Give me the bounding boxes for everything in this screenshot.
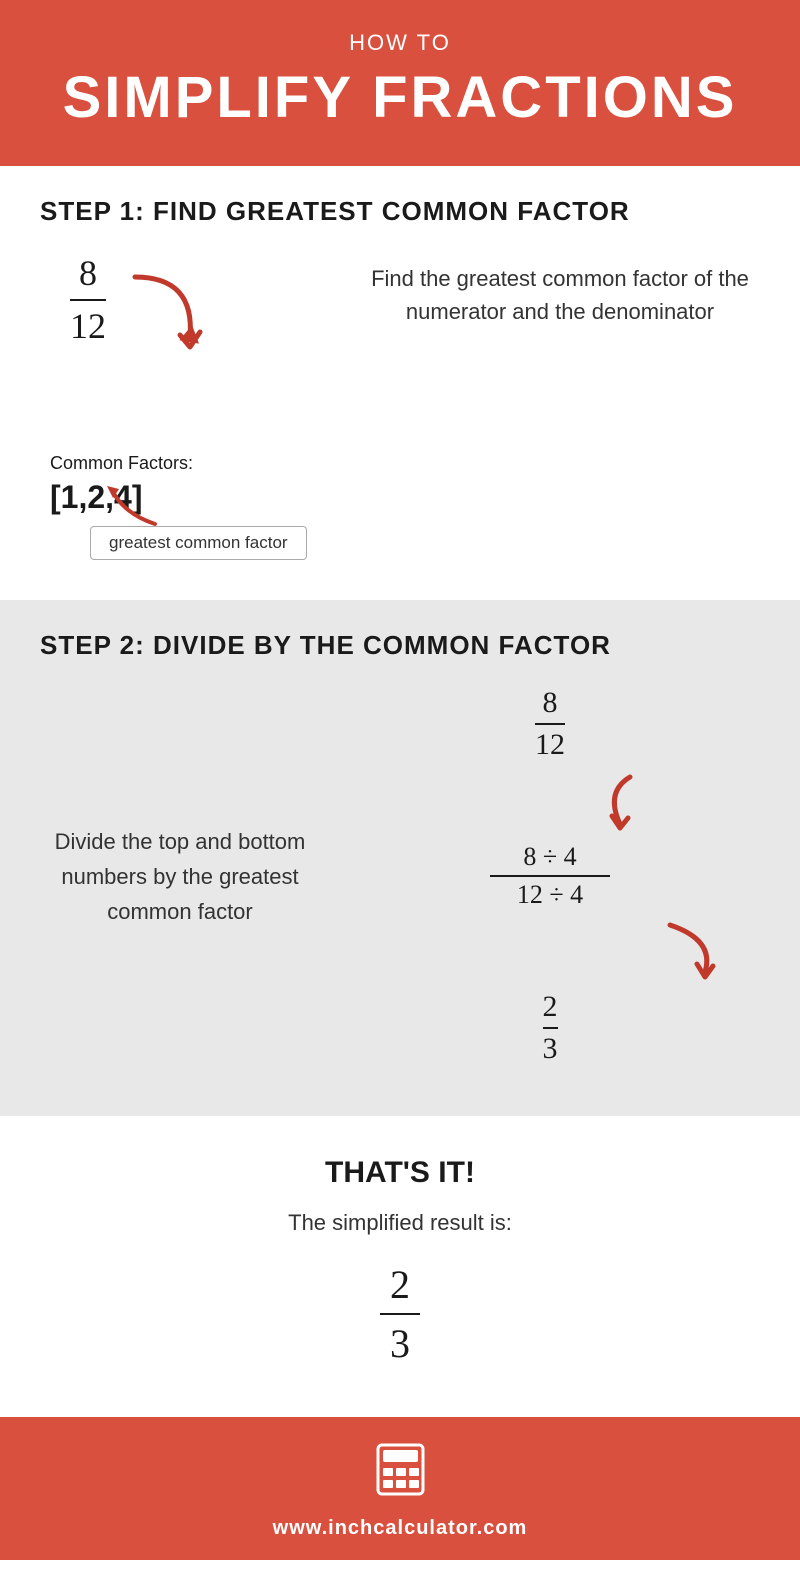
step2-arrow-2 bbox=[650, 920, 730, 980]
step1-heading: STEP 1: FIND GREATEST COMMON FACTOR bbox=[40, 196, 760, 227]
step2-orig-line bbox=[535, 723, 565, 725]
common-factors-value: [1,2,4] bbox=[50, 479, 340, 516]
step1-content: 8 12 Common Factors: [1,2,4] bbox=[40, 252, 760, 560]
step2-content: Divide the top and bottom numbers by the… bbox=[40, 686, 760, 1066]
step1-fraction: 8 12 bbox=[70, 252, 106, 348]
step2-description: Divide the top and bottom numbers by the… bbox=[40, 824, 320, 930]
step1-description: Find the greatest common factor of the n… bbox=[360, 252, 760, 328]
step2-arrow-1 bbox=[600, 772, 680, 832]
step2-division-denominator: 12 ÷ 4 bbox=[517, 880, 583, 910]
step1-fraction-denominator: 12 bbox=[70, 305, 106, 348]
header: HOW TO SIMPLIFY FRACTIONS bbox=[0, 0, 800, 166]
header-title: SIMPLIFY FRACTIONS bbox=[20, 64, 780, 131]
calculator-icon bbox=[20, 1442, 780, 1509]
gcf-callout: greatest common factor bbox=[90, 526, 340, 560]
final-fraction-line bbox=[380, 1313, 420, 1315]
step2-division-fraction: 8 ÷ 4 12 ÷ 4 bbox=[490, 842, 610, 910]
step1-fraction-numerator: 8 bbox=[79, 252, 97, 295]
step1-section: STEP 1: FIND GREATEST COMMON FACTOR 8 12… bbox=[0, 166, 800, 600]
calculator-svg bbox=[373, 1442, 428, 1497]
step1-arrow-down bbox=[125, 267, 215, 357]
step2-result-numerator: 2 bbox=[543, 990, 558, 1024]
step2-heading: STEP 2: DIVIDE BY THE COMMON FACTOR bbox=[40, 630, 760, 661]
thatsit-text: The simplified result is: bbox=[40, 1210, 760, 1236]
final-fraction: 2 3 bbox=[380, 1261, 420, 1367]
step2-fraction-original: 8 12 bbox=[535, 686, 565, 762]
thatsit-section: THAT'S IT! The simplified result is: 2 3 bbox=[0, 1116, 800, 1417]
step1-fraction-line bbox=[70, 299, 106, 301]
final-fraction-denominator: 3 bbox=[390, 1320, 410, 1367]
gcf-box: greatest common factor bbox=[90, 526, 307, 560]
step2-result-denominator: 3 bbox=[543, 1032, 558, 1066]
step2-orig-numerator: 8 bbox=[543, 686, 558, 720]
common-factors-container: Common Factors: [1,2,4] bbox=[40, 453, 340, 516]
header-subtitle: HOW TO bbox=[20, 30, 780, 56]
common-factors-label: Common Factors: bbox=[50, 453, 340, 474]
step2-section: STEP 2: DIVIDE BY THE COMMON FACTOR Divi… bbox=[0, 600, 800, 1116]
step2-right: 8 12 8 ÷ 4 12 ÷ 4 bbox=[340, 686, 760, 1066]
step2-fraction-result: 2 3 bbox=[543, 990, 558, 1066]
footer-url: www.inchcalculator.com bbox=[20, 1517, 780, 1540]
thatsit-heading: THAT'S IT! bbox=[40, 1156, 760, 1190]
footer: www.inchcalculator.com bbox=[0, 1417, 800, 1560]
gcf-arrow bbox=[105, 484, 165, 529]
step2-result-line bbox=[543, 1027, 558, 1029]
final-fraction-numerator: 2 bbox=[390, 1261, 410, 1308]
step2-division-numerator: 8 ÷ 4 bbox=[523, 842, 576, 872]
step2-division-line bbox=[490, 875, 610, 877]
step2-orig-denominator: 12 bbox=[535, 728, 565, 762]
step1-left: 8 12 Common Factors: [1,2,4] bbox=[40, 252, 340, 560]
